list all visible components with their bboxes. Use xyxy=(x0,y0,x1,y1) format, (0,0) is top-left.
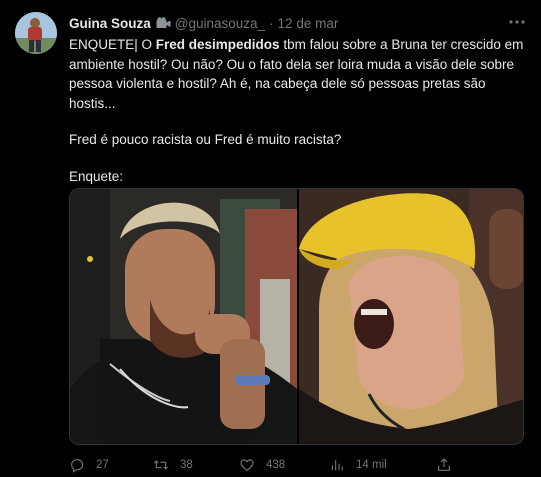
media-image-left[interactable] xyxy=(70,189,297,444)
views-count: 14 mil xyxy=(356,459,387,471)
tweet-text: ENQUETE| O Fred desimpedidos tbm falou s… xyxy=(69,35,529,186)
tweet-date[interactable]: 12 de mar xyxy=(278,16,339,31)
avatar-photo xyxy=(15,12,57,54)
share-icon xyxy=(438,458,450,471)
tweet-paragraph-1: ENQUETE| O Fred desimpedidos tbm falou s… xyxy=(69,35,529,113)
tweet-text-part: ENQUETE| O xyxy=(69,37,156,52)
like-button[interactable]: 438 xyxy=(239,457,285,473)
reply-button[interactable]: 27 xyxy=(69,457,109,473)
views-button[interactable]: 14 mil xyxy=(329,457,387,473)
camera-emoji-icon xyxy=(156,17,171,29)
action-bar: 27 38 438 14 mil xyxy=(69,455,529,475)
avatar[interactable] xyxy=(15,12,57,54)
user-name[interactable]: Guina Souza xyxy=(69,16,151,31)
man-photo xyxy=(70,189,297,444)
more-dots-icon[interactable] xyxy=(507,12,527,32)
woman-photo xyxy=(299,189,523,444)
tweet-header: Guina Souza @guinasouza_ · 12 de mar xyxy=(69,14,529,32)
share-button[interactable] xyxy=(436,457,452,473)
tweet-media[interactable] xyxy=(69,188,524,445)
separator-dot: · xyxy=(269,15,274,31)
reply-count: 27 xyxy=(96,459,109,471)
views-chart-icon xyxy=(331,460,343,471)
mentioned-name: Fred desimpedidos xyxy=(155,37,280,52)
retweet-button[interactable]: 38 xyxy=(153,457,193,473)
tweet-card[interactable]: Guina Souza @guinasouza_ · 12 de mar ENQ… xyxy=(0,0,541,477)
reply-icon xyxy=(71,459,84,473)
heart-icon xyxy=(240,459,254,472)
like-count: 438 xyxy=(266,459,286,471)
poll-label: Enquete: xyxy=(69,168,124,184)
tweet-question: Fred é pouco racista ou Fred é muito rac… xyxy=(69,132,342,147)
retweet-icon xyxy=(153,460,169,470)
user-handle[interactable]: @guinasouza_ xyxy=(175,16,265,31)
media-image-right[interactable] xyxy=(299,189,523,444)
retweet-count: 38 xyxy=(180,459,193,471)
